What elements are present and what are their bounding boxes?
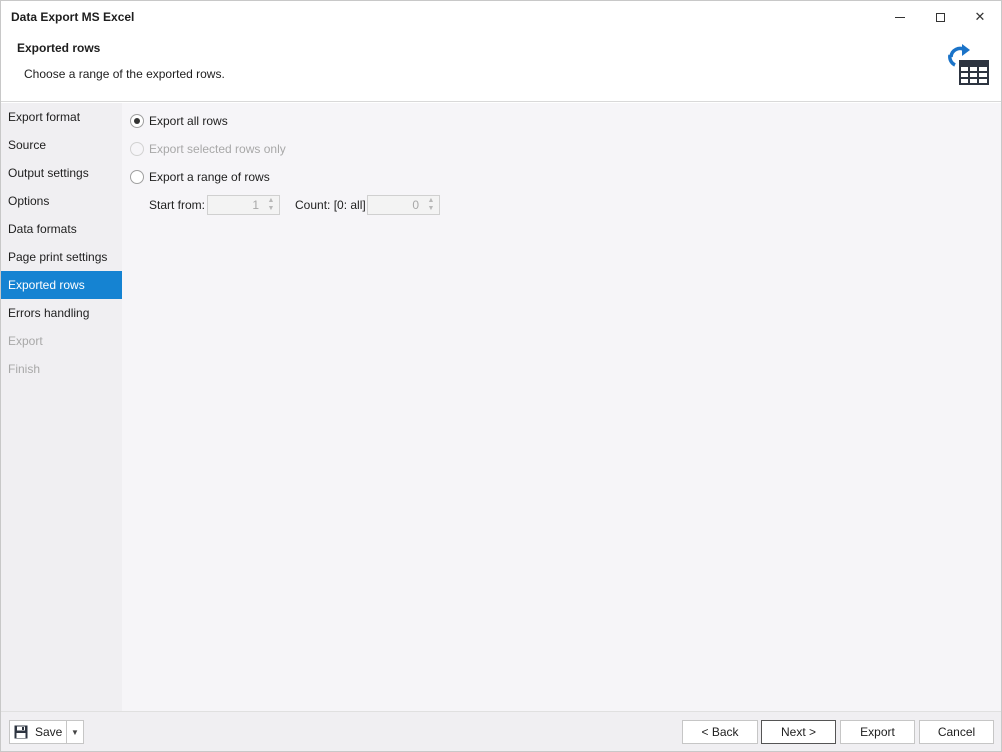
wizard-steps-sidebar: Export format Source Output settings Opt… <box>1 103 122 711</box>
export-selected-rows-label: Export selected rows only <box>149 142 286 156</box>
window-title: Data Export MS Excel <box>11 10 135 24</box>
save-dropdown-button[interactable]: ▼ <box>66 720 84 744</box>
sidebar-item-source[interactable]: Source <box>1 131 122 159</box>
next-button[interactable]: Next > <box>761 720 836 744</box>
save-button-label: Save <box>35 725 63 739</box>
export-selected-rows-radio <box>130 142 144 156</box>
count-spinner: 0 ▲ ▼ <box>367 195 440 215</box>
export-all-rows-label: Export all rows <box>149 114 228 128</box>
sidebar-item-exported-rows[interactable]: Exported rows <box>1 271 122 299</box>
maximize-button[interactable] <box>919 1 961 33</box>
sidebar-item-export-format[interactable]: Export format <box>1 103 122 131</box>
minimize-icon <box>895 16 905 18</box>
start-from-spinner: 1 ▲ ▼ <box>207 195 280 215</box>
page-header: Exported rows Choose a range of the expo… <box>1 33 1001 102</box>
sidebar-item-options[interactable]: Options <box>1 187 122 215</box>
export-range-option[interactable]: Export a range of rows <box>130 167 270 187</box>
export-wizard-window: Data Export MS Excel ✕ Exported rows Cho… <box>0 0 1002 752</box>
sidebar-item-errors-handling[interactable]: Errors handling <box>1 299 122 327</box>
start-from-value: 1 <box>252 198 259 212</box>
sidebar-item-output-settings[interactable]: Output settings <box>1 159 122 187</box>
page-description: Choose a range of the exported rows. <box>24 67 225 81</box>
back-button[interactable]: < Back <box>682 720 758 744</box>
save-button[interactable]: Save <box>9 720 67 744</box>
close-icon: ✕ <box>974 9 986 24</box>
export-selected-rows-option: Export selected rows only <box>130 139 286 159</box>
cancel-button[interactable]: Cancel <box>919 720 994 744</box>
sidebar-item-data-formats[interactable]: Data formats <box>1 215 122 243</box>
count-label: Count: [0: all] <box>295 198 366 212</box>
export-button[interactable]: Export <box>840 720 915 744</box>
export-all-rows-option[interactable]: Export all rows <box>130 111 228 131</box>
export-all-rows-radio[interactable] <box>130 114 144 128</box>
spinner-arrows-icon: ▲ ▼ <box>267 197 275 212</box>
export-table-icon <box>948 44 989 85</box>
page-title: Exported rows <box>17 41 101 55</box>
spinner-arrows-icon: ▲ ▼ <box>427 197 435 212</box>
close-button[interactable]: ✕ <box>959 1 1001 33</box>
exported-rows-panel: Export all rows Export selected rows onl… <box>122 103 1001 711</box>
count-value: 0 <box>412 198 419 212</box>
title-bar[interactable]: Data Export MS Excel ✕ <box>1 1 1001 33</box>
start-from-label: Start from: <box>149 198 206 212</box>
export-range-label: Export a range of rows <box>149 170 270 184</box>
sidebar-item-export: Export <box>8 334 43 348</box>
export-range-radio[interactable] <box>130 170 144 184</box>
wizard-footer: Save ▼ < Back Next > Export Cancel <box>1 711 1001 751</box>
maximize-icon <box>935 12 945 22</box>
minimize-button[interactable] <box>879 1 921 33</box>
sidebar-item-finish: Finish <box>8 362 41 376</box>
chevron-down-icon: ▼ <box>71 727 79 737</box>
save-icon <box>14 725 28 739</box>
sidebar-item-page-print-settings[interactable]: Page print settings <box>1 243 122 271</box>
